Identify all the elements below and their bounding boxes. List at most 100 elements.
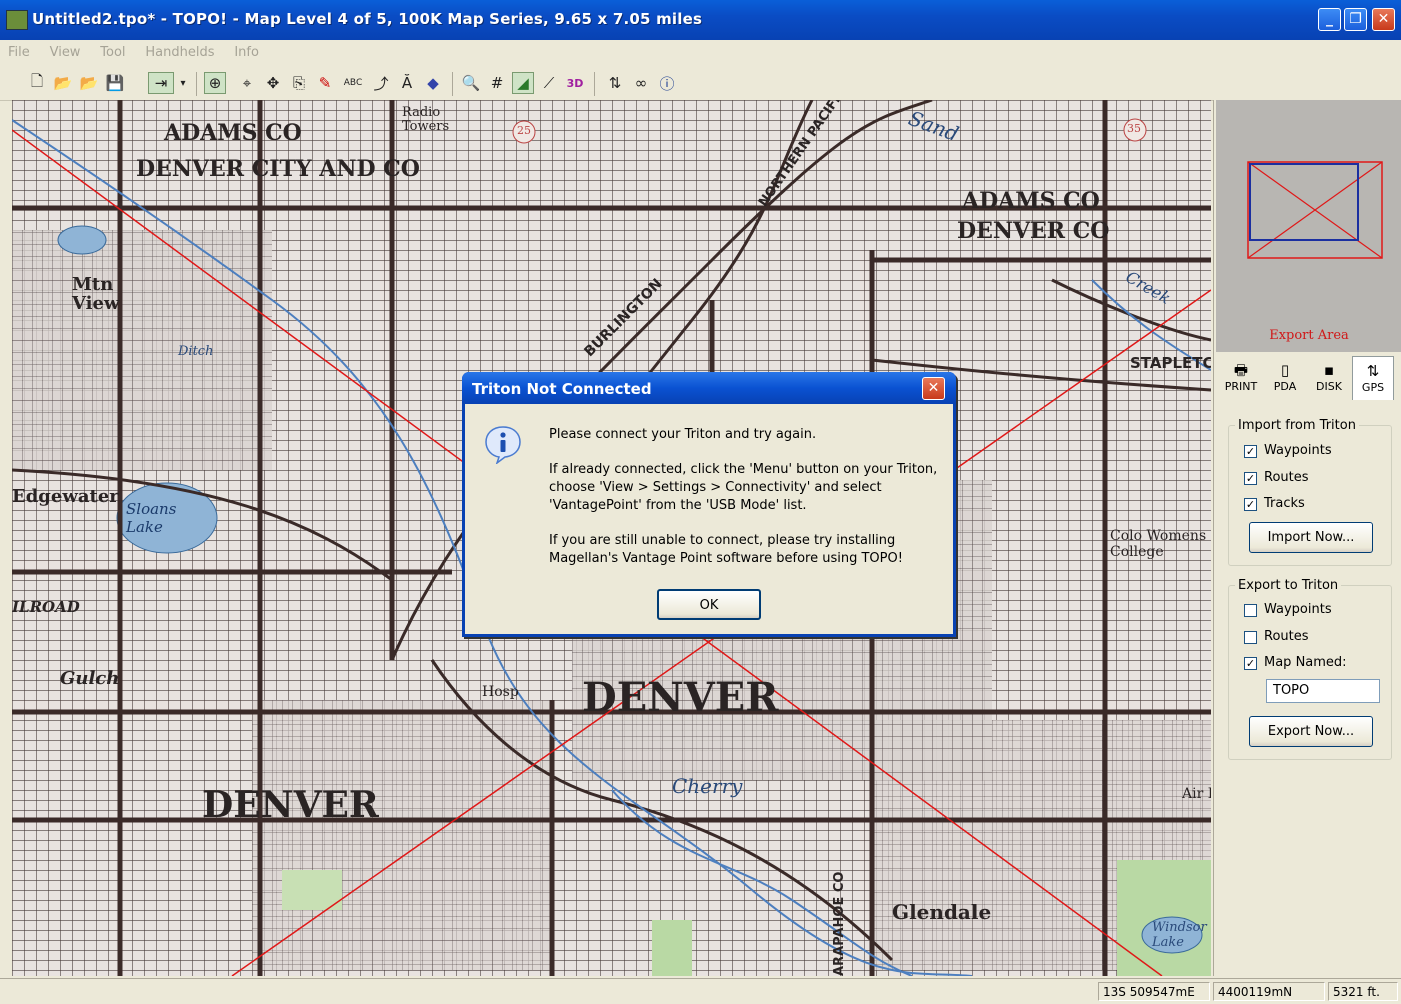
output-tabs: 🖶 PRINT ▯ PDA ▪ DISK ⇅ GPS <box>1220 356 1398 402</box>
grid-icon[interactable]: # <box>486 72 508 94</box>
tab-gps[interactable]: ⇅ GPS <box>1352 356 1394 400</box>
menu-file[interactable]: File <box>0 40 38 60</box>
printer-icon: 🖶 <box>1233 361 1249 379</box>
menu-info[interactable]: Info <box>226 40 267 60</box>
map-label-ditch: Ditch <box>178 344 214 359</box>
status-northing: 4400119mN <box>1213 982 1325 1001</box>
dialog-title-bar[interactable]: Triton Not Connected ✕ <box>462 372 956 404</box>
map-name-input[interactable]: TOPO <box>1266 679 1380 703</box>
status-easting: 13S 509547mE <box>1098 982 1210 1001</box>
dialog-body: Please connect your Triton and try again… <box>465 404 953 634</box>
dialog-line-3: choose 'View > Settings > Connectivity' … <box>549 480 882 495</box>
map-label-route-25: 25 <box>517 124 531 137</box>
dialog-line-2: If already connected, click the 'Menu' b… <box>549 462 938 477</box>
open-icon[interactable]: 📂 <box>52 72 74 94</box>
menu-tool[interactable]: Tool <box>92 40 133 60</box>
pan-icon[interactable]: ✥ <box>262 72 284 94</box>
map-label-air-fc: Air Fc <box>1182 786 1211 802</box>
route-tool-icon[interactable]: ⤴ <box>370 72 392 94</box>
triton-dialog: Triton Not Connected ✕ Please connect yo… <box>462 372 956 637</box>
search-icon[interactable]: 🔍 <box>460 72 482 94</box>
overview-map[interactable]: Export Area <box>1216 100 1401 352</box>
export-route-icon[interactable]: ⇥ <box>148 72 174 94</box>
export-map-named-label: Map Named: <box>1264 655 1347 670</box>
map-label-windsor-lake: Windsor Lake <box>1152 920 1207 950</box>
profile-icon[interactable]: ⟋ <box>538 72 560 94</box>
export-legend: Export to Triton <box>1238 578 1339 593</box>
map-label-route-35: 35 <box>1127 122 1141 135</box>
title-bar[interactable]: Untitled2.tpo* - TOPO! - Map Level 4 of … <box>0 0 1401 40</box>
close-button[interactable]: ✕ <box>1372 8 1395 31</box>
import-legend: Import from Triton <box>1238 418 1356 433</box>
ok-button[interactable]: OK <box>657 589 761 620</box>
dialog-line-1: Please connect your Triton and try again… <box>549 427 817 442</box>
menu-view[interactable]: View <box>42 40 89 60</box>
save-icon[interactable]: 💾 <box>104 72 126 94</box>
export-routes-checkbox[interactable] <box>1244 631 1257 644</box>
dialog-title: Triton Not Connected <box>472 380 652 398</box>
gps-icon: ⇅ <box>1366 362 1380 380</box>
map-label-stapleton: STAPLETC <box>1130 354 1211 372</box>
info-icon <box>485 426 521 464</box>
dialog-line-6: Magellan's Vantage Point software before… <box>549 551 903 566</box>
import-routes-checkbox[interactable]: ✓ <box>1244 472 1257 485</box>
minimize-button[interactable]: _ <box>1318 8 1341 31</box>
new-icon[interactable]: 🗋 <box>26 72 48 94</box>
map-label-denver-center: DENVER <box>582 674 779 721</box>
gps-transfer-icon[interactable]: ⇅ <box>604 72 626 94</box>
menu-handhelds[interactable]: Handhelds <box>137 40 222 60</box>
pda-icon: ▯ <box>1280 361 1290 379</box>
center-icon[interactable]: ⌖ <box>236 72 258 94</box>
status-elevation: 5321 ft. <box>1328 982 1398 1001</box>
tab-print[interactable]: 🖶 PRINT <box>1220 356 1262 400</box>
export-waypoints-label: Waypoints <box>1264 602 1332 617</box>
map-label-denver-co-right: DENVER CO <box>957 218 1110 244</box>
map-label-arapahoe-co: ARAPAHOE CO <box>832 871 847 976</box>
map-label-edgewater: Edgewater <box>12 486 119 507</box>
map-label-gulch: Gulch <box>60 668 120 689</box>
dialog-line-4: 'VantagePoint' from the 'USB Mode' list. <box>549 498 807 513</box>
import-waypoints-checkbox[interactable]: ✓ <box>1244 445 1257 458</box>
north-icon[interactable]: Ᾰ <box>396 72 418 94</box>
tab-pda[interactable]: ▯ PDA <box>1264 356 1306 400</box>
map-label-adams-co-right: ADAMS CO <box>962 188 1100 214</box>
map-label-glendale: Glendale <box>892 900 992 924</box>
map-label-railroad: ILROAD <box>12 598 80 616</box>
tab-pda-label: PDA <box>1273 380 1297 393</box>
tab-disk[interactable]: ▪ DISK <box>1308 356 1350 400</box>
map-label-cherry: Cherry <box>672 774 743 798</box>
open-alt-icon[interactable]: 📂 <box>78 72 100 94</box>
app-icon <box>6 10 28 30</box>
pin-icon[interactable]: ✎ <box>314 72 336 94</box>
maximize-button[interactable]: ❐ <box>1344 8 1367 31</box>
3d-icon[interactable]: 3D <box>564 72 586 94</box>
copy-icon[interactable]: ⎘ <box>288 72 310 94</box>
import-tracks-checkbox[interactable]: ✓ <box>1244 498 1257 511</box>
status-bar: 13S 509547mE 4400119mN 5321 ft. <box>0 978 1401 1004</box>
export-map-named-checkbox[interactable]: ✓ <box>1244 657 1257 670</box>
info-icon[interactable]: ⓘ <box>656 72 678 94</box>
import-routes-label: Routes <box>1264 470 1309 485</box>
map-label-sloans-lake: Sloans Lake <box>126 500 177 536</box>
map-label-colo-womens-college: Colo Womens College <box>1110 528 1207 560</box>
menu-bar: File View Tool Handhelds Info <box>0 40 1401 66</box>
shaded-relief-icon[interactable]: ◢ <box>512 72 534 94</box>
tab-disk-label: DISK <box>1316 380 1342 393</box>
export-area-box <box>1247 161 1383 259</box>
map-label-adams-co: ADAMS CO <box>164 120 302 146</box>
binoculars-icon[interactable]: ∞ <box>630 72 652 94</box>
export-area-label: Export Area <box>1269 328 1349 343</box>
export-waypoints-checkbox[interactable] <box>1244 604 1257 617</box>
dropdown-icon[interactable]: ▾ <box>176 72 190 94</box>
dialog-close-button[interactable]: ✕ <box>922 377 945 400</box>
map-label-denver-city-co: DENVER CITY AND CO <box>136 156 420 182</box>
import-now-button[interactable]: Import Now... <box>1249 522 1373 553</box>
map-label-radio-towers: Radio Towers <box>402 105 450 134</box>
diamond-icon[interactable]: ◆ <box>422 72 444 94</box>
text-tool-icon[interactable]: ABC <box>340 72 366 94</box>
map-label-mtn-view: Mtn View <box>72 274 120 314</box>
export-now-button[interactable]: Export Now... <box>1249 716 1373 747</box>
zoom-in-icon[interactable]: ⊕ <box>204 72 226 94</box>
toolbar: 🗋 📂 📂 💾 ⇥ ▾ ⊕ ⌖ ✥ ⎘ ✎ ABC ⤴ Ᾰ ◆ 🔍 # ◢ ⟋ … <box>0 66 1401 101</box>
map-label-hosp: Hosp <box>482 684 519 700</box>
